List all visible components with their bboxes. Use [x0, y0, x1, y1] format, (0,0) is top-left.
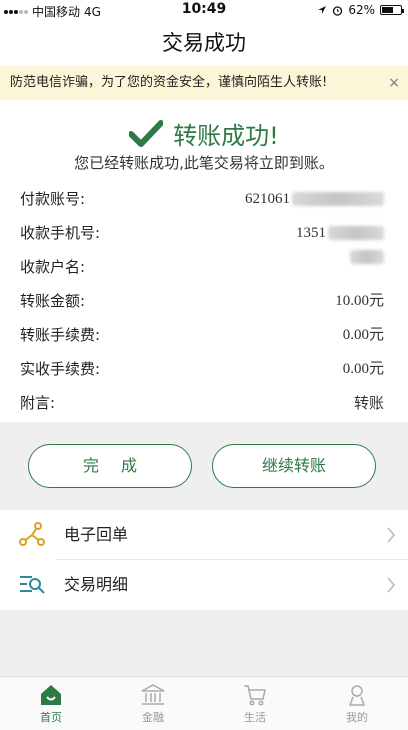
- chevron-right-icon: [387, 527, 396, 543]
- success-section: 转账成功! 您已经转账成功,此笔交易将立即到账。: [0, 100, 408, 182]
- menu-item-transaction-details[interactable]: 交易明细: [0, 560, 408, 610]
- detail-row-payer-account: 付款账号: 621061: [20, 182, 384, 216]
- masked-value: [350, 250, 384, 264]
- detail-value: 0.00元: [342, 327, 384, 343]
- home-icon: [41, 685, 61, 705]
- detail-value: [348, 250, 384, 264]
- detail-row-fee: 转账手续费: 0.00元: [20, 318, 384, 352]
- detail-value: 0.00元: [342, 361, 384, 377]
- list-search-icon: [20, 576, 45, 594]
- close-warning-button[interactable]: ×: [388, 66, 400, 100]
- success-description: 您已经转账成功,此笔交易将立即到账。: [74, 154, 334, 172]
- tab-label: 金融: [142, 711, 164, 724]
- action-buttons: 完成 继续转账: [0, 422, 408, 508]
- receipt-menu: 电子回单 交易明细: [0, 510, 408, 610]
- detail-label: 实收手续费:: [20, 360, 101, 378]
- detail-value: 621061: [245, 182, 384, 216]
- detail-row-amount: 转账金额: 10.00元: [20, 284, 384, 318]
- done-button[interactable]: 完成: [28, 444, 192, 488]
- bottom-tab-bar: 首页 金融 生活 我的: [0, 676, 408, 730]
- detail-value: 10.00元: [335, 293, 384, 309]
- menu-item-label: 交易明细: [64, 575, 129, 594]
- detail-row-payee-phone: 收款手机号: 1351: [20, 216, 384, 250]
- checkmark-icon: [129, 119, 164, 147]
- menu-item-label: 电子回单: [64, 525, 129, 544]
- detail-label: 转账手续费:: [20, 326, 101, 344]
- detail-value: 转账: [353, 394, 384, 412]
- detail-label: 收款手机号:: [20, 224, 101, 242]
- user-icon: [348, 685, 366, 706]
- battery-percent: 62%: [348, 3, 375, 17]
- continue-transfer-button[interactable]: 继续转账: [212, 444, 376, 488]
- masked-value: [292, 192, 384, 206]
- detail-row-payee-name: 收款户名:: [20, 250, 384, 284]
- detail-label: 转账金额:: [20, 292, 86, 310]
- masked-value: [328, 226, 384, 240]
- transaction-details: 付款账号: 621061 收款手机号: 1351 收款户名: 转账金额: 10.…: [0, 182, 408, 422]
- bank-icon: [141, 684, 165, 705]
- fraud-warning-banner: 防范电信诈骗，为了您的资金安全，谨慎向陌生人转账! ×: [0, 66, 408, 100]
- chevron-right-icon: [387, 577, 396, 593]
- detail-value: 1351: [296, 216, 384, 250]
- tab-label: 生活: [244, 711, 266, 724]
- page-title: 交易成功: [0, 20, 408, 66]
- alarm-icon: [333, 5, 343, 16]
- warning-text: 防范电信诈骗，为了您的资金安全，谨慎向陌生人转账!: [10, 75, 328, 90]
- detail-row-actual-fee: 实收手续费: 0.00元: [20, 352, 384, 386]
- battery-icon: [380, 5, 404, 15]
- tab-finance[interactable]: 金融: [102, 677, 204, 730]
- tab-label: 我的: [346, 711, 368, 724]
- share-nodes-icon: [19, 522, 45, 546]
- detail-label: 收款户名:: [20, 258, 86, 276]
- detail-row-memo: 附言: 转账: [20, 386, 384, 420]
- status-icons: 62%: [317, 3, 404, 17]
- tab-label: 首页: [40, 711, 62, 724]
- tab-mine[interactable]: 我的: [306, 677, 408, 730]
- detail-label: 附言:: [20, 394, 56, 412]
- tab-home[interactable]: 首页: [0, 677, 102, 730]
- success-title: 转账成功!: [173, 122, 279, 150]
- tab-life[interactable]: 生活: [204, 677, 306, 730]
- menu-item-e-receipt[interactable]: 电子回单: [0, 510, 408, 560]
- detail-label: 付款账号:: [20, 190, 86, 208]
- location-icon: [318, 6, 327, 14]
- status-bar: 中国移动 4G 10:49 62%: [0, 0, 408, 20]
- cart-icon: [244, 685, 266, 706]
